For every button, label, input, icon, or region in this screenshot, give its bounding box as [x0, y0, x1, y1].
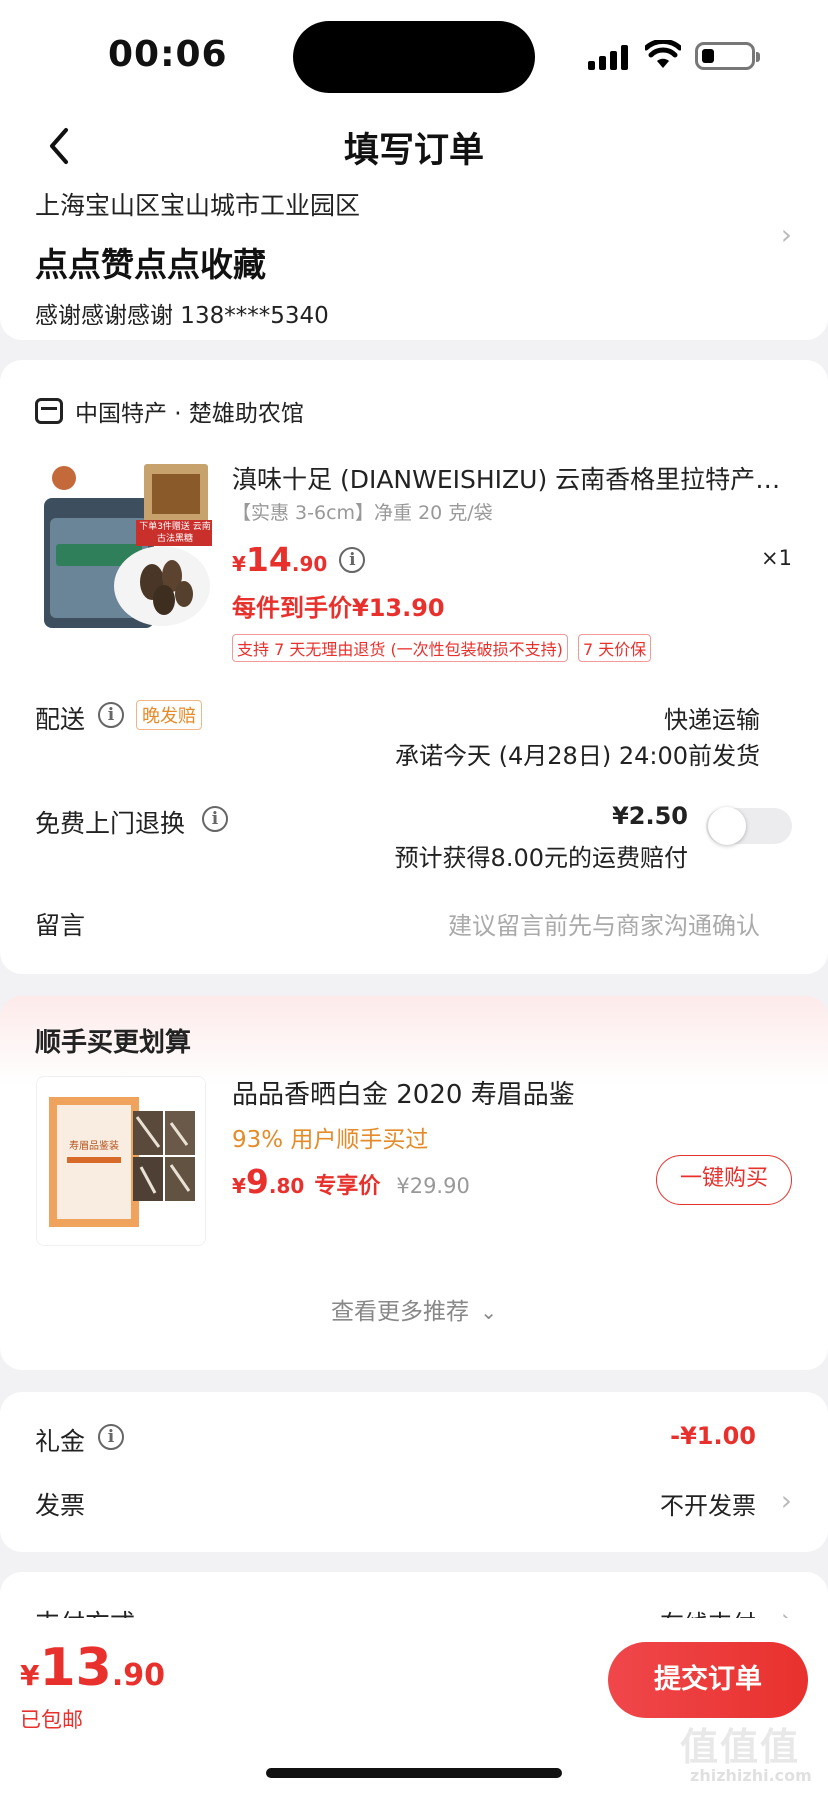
- original-price: ¥29.90: [396, 1174, 470, 1198]
- watermark-site: zhizhizhi.com: [690, 1766, 812, 1785]
- home-indicator[interactable]: [266, 1768, 562, 1778]
- chevron-right-icon: ›: [780, 1484, 792, 1517]
- price-integer: 9: [245, 1162, 269, 1201]
- price-symbol: ¥: [232, 1174, 246, 1198]
- free-shipping-label: 已包邮: [20, 1708, 83, 1732]
- late-compensation-badge: 晚发赔: [136, 700, 202, 730]
- total-integer: 13: [39, 1638, 112, 1698]
- product-price: ¥ 14 .90 i: [232, 540, 366, 579]
- submit-order-button[interactable]: 提交订单: [608, 1642, 808, 1718]
- bottom-bar: ¥ 13 .90 已包邮 提交订单 值值值 zhizhizhi.com: [0, 1618, 828, 1795]
- return-service-price: ¥2.50: [612, 802, 688, 830]
- price-symbol: ¥: [232, 552, 246, 576]
- recommend-card: 顺手买更划算 寿眉品鉴装 品品香晒白金 2020 寿眉品鉴 93% 用户顺手买过…: [0, 996, 828, 1370]
- page-title: 填写订单: [343, 131, 484, 171]
- message-input[interactable]: 建议留言前先与商家沟通确认: [448, 906, 760, 941]
- info-icon[interactable]: i: [339, 546, 366, 573]
- address-card[interactable]: 上海宝山区宝山城市工业园区 点点赞点点收藏 感谢感谢感谢 138****5340…: [0, 182, 828, 340]
- address-name: 点点赞点点收藏: [35, 245, 266, 284]
- order-page: 00:06 填写订单 上海宝山区宝山城市工业园区 点点赞点点收藏 感谢感谢感谢 …: [0, 0, 828, 1795]
- address-line: 上海宝山区宝山城市工业园区: [35, 191, 361, 220]
- dynamic-island: [293, 21, 535, 93]
- product-image[interactable]: 下单3件赠送 云南古法黑糖: [36, 458, 214, 638]
- total-decimal: .90: [111, 1658, 166, 1693]
- special-price-label: 专享价: [314, 1174, 381, 1199]
- wifi-icon: [645, 40, 681, 68]
- delivery-label: 配送: [35, 705, 86, 734]
- message-label: 留言: [35, 911, 86, 940]
- status-time: 00:06: [108, 34, 228, 75]
- service-tags: 支持 7 天无理由退货 (一次性包装破损不支持) 7 天价保: [232, 634, 652, 662]
- return-service-toggle[interactable]: [706, 807, 792, 845]
- price-integer: 14: [245, 540, 292, 579]
- invoice-value[interactable]: 不开发票: [660, 1486, 756, 1521]
- address-contact: 感谢感谢感谢 138****5340: [35, 303, 329, 329]
- shop-row[interactable]: 中国特产 · 楚雄助农馆: [35, 394, 304, 428]
- nav-bar: 填写订单: [0, 110, 828, 182]
- invoice-label: 发票: [35, 1491, 86, 1520]
- delivery-method[interactable]: 快递运输: [664, 700, 760, 735]
- chevron-down-icon: ⌄: [480, 1300, 498, 1324]
- order-total: ¥ 13 .90: [20, 1638, 165, 1698]
- recommend-image[interactable]: 寿眉品鉴装: [36, 1076, 206, 1246]
- recommend-box-text: 寿眉品鉴装: [69, 1141, 119, 1152]
- shop-icon: [35, 398, 63, 424]
- product-card: 中国特产 · 楚雄助农馆 下单3件赠送 云南古法黑糖 滇味十足 (DIANWEI…: [0, 360, 828, 974]
- gift-value: -¥1.00: [670, 1422, 756, 1450]
- more-recommend-link[interactable]: 查看更多推荐 ⌄: [0, 1292, 828, 1326]
- shop-name: 中国特产 · 楚雄助农馆: [75, 401, 304, 427]
- return-service-label: 免费上门退换: [35, 809, 186, 838]
- status-bar: 00:06: [0, 0, 828, 110]
- each-price: 每件到手价¥13.90: [232, 594, 445, 622]
- price-decimal: .80: [268, 1174, 305, 1198]
- recommend-name[interactable]: 品品香晒白金 2020 寿眉品鉴: [232, 1074, 575, 1111]
- total-symbol: ¥: [20, 1659, 40, 1692]
- delivery-promise: 承诺今天 (4月28日) 24:00前发货: [395, 742, 760, 770]
- product-image-overlay-text: 下单3件赠送 云南古法黑糖: [139, 522, 211, 544]
- battery-icon: [695, 42, 760, 70]
- product-spec[interactable]: 【实惠 3-6cm】净重 20 克/袋: [232, 498, 493, 525]
- service-tag: 支持 7 天无理由退货 (一次性包装破损不支持): [232, 634, 568, 662]
- recommend-title: 顺手买更划算: [35, 1028, 192, 1058]
- watermark: 值值值: [680, 1725, 801, 1769]
- service-tag: 7 天价保: [577, 634, 652, 662]
- signal-icon: [588, 44, 630, 70]
- return-info-icon[interactable]: i: [202, 806, 228, 832]
- more-recommend-label: 查看更多推荐: [330, 1299, 469, 1325]
- gift-label: 礼金: [35, 1427, 86, 1456]
- delivery-info-icon[interactable]: i: [98, 702, 124, 728]
- fees-card: 礼金 i -¥1.00 发票 不开发票 ›: [0, 1392, 828, 1552]
- one-click-buy-button[interactable]: 一键购买: [656, 1155, 792, 1205]
- return-service-desc: 预计获得8.00元的运费赔付: [394, 844, 688, 872]
- gift-info-icon[interactable]: i: [98, 1424, 124, 1450]
- recommend-price: ¥ 9 .80 专享价 ¥29.90: [232, 1162, 470, 1201]
- product-title[interactable]: 滇味十足 (DIANWEISHIZU) 云南香格里拉特产羊肚菌: [232, 460, 792, 496]
- recommend-bought: 93% 用户顺手买过: [232, 1127, 429, 1153]
- price-decimal: .90: [291, 552, 328, 576]
- product-quantity: ×1: [761, 546, 792, 570]
- chevron-right-icon: ›: [780, 218, 792, 251]
